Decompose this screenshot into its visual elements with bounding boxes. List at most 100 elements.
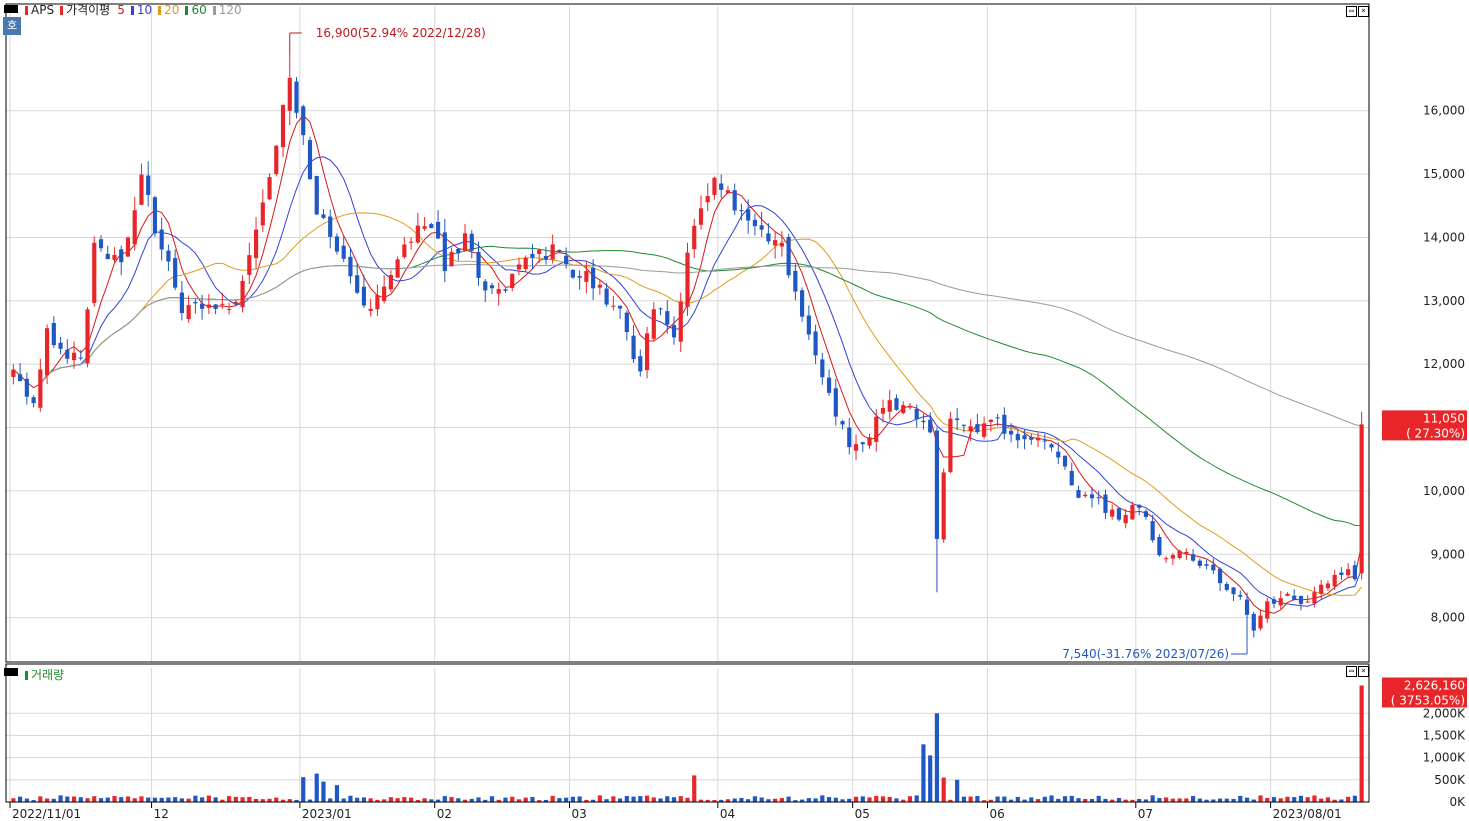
candle-body <box>287 77 292 111</box>
candle-body <box>402 244 407 257</box>
candle-body <box>577 276 582 278</box>
volume-bar <box>907 796 913 802</box>
candle-body <box>955 418 960 421</box>
candle-body <box>516 264 522 270</box>
volume-bar <box>1191 796 1196 802</box>
volume-bar <box>159 797 164 802</box>
ma10-swatch <box>130 5 134 15</box>
candle-body <box>928 419 933 433</box>
volume-bar <box>874 795 879 802</box>
ma-label: 가격이평 <box>66 3 111 17</box>
candle-body <box>38 369 43 408</box>
candle-body <box>941 472 946 540</box>
candle-body <box>564 255 569 265</box>
price-tick-label: 12,000 <box>1423 357 1465 371</box>
volume-bar <box>665 796 670 802</box>
candle-body <box>483 281 488 291</box>
candle-body <box>901 405 906 414</box>
volume-swatch <box>25 670 28 680</box>
candle-body <box>948 418 953 473</box>
volume-bar <box>105 797 110 802</box>
price-grid <box>6 6 1369 662</box>
candle-body <box>341 245 346 259</box>
volume-bar <box>213 797 218 802</box>
price-panel-close-icon[interactable]: × <box>1358 6 1369 17</box>
candle-body <box>1170 555 1175 559</box>
volume-bar <box>928 755 933 802</box>
volume-bar <box>274 797 279 802</box>
candle-body <box>1069 470 1074 486</box>
volume-bar <box>402 797 407 802</box>
candle-body <box>874 416 879 442</box>
volume-tick-label: 500K <box>1434 773 1466 787</box>
candle-body <box>1110 509 1115 517</box>
x-tick-label: 05 <box>855 807 870 821</box>
candle-body <box>1164 558 1169 560</box>
volume-bar <box>739 797 744 802</box>
candle-body <box>1083 494 1088 497</box>
ma10-label: 10 <box>136 3 153 17</box>
volume-bar <box>1244 797 1250 802</box>
volume-bar <box>995 796 1000 802</box>
volume-bar <box>1076 798 1081 802</box>
volume-bar <box>658 798 663 802</box>
volume-tick-label: 0K <box>1449 795 1466 809</box>
candle-body <box>766 233 771 242</box>
ticker-swatch <box>25 5 28 15</box>
volume-bar <box>813 798 818 802</box>
volume-bar <box>1015 796 1020 802</box>
candle-body <box>159 229 164 250</box>
volume-bar <box>1184 798 1189 802</box>
candle-body <box>328 216 333 237</box>
candle-body <box>968 426 973 432</box>
high-annotation: 16,900(52.94% 2022/12/28) <box>316 26 486 40</box>
candle-body <box>240 280 245 308</box>
candle-body <box>853 444 859 451</box>
volume-bar <box>692 775 697 802</box>
candle-body <box>651 309 656 339</box>
candle-body <box>51 322 56 346</box>
volume-bar <box>1096 795 1101 802</box>
candle-body <box>1204 564 1209 566</box>
volume-tick-label: 2,000K <box>1423 706 1466 720</box>
volume-bar <box>92 796 97 802</box>
volume-panel-minimize-icon[interactable]: ▭ <box>1346 666 1357 677</box>
candle-body <box>442 232 447 271</box>
volume-bar <box>1116 798 1122 802</box>
x-tick-label: 2022/11/01 <box>12 807 81 821</box>
volume-panel-menu-icon[interactable] <box>4 668 18 676</box>
x-tick-label: 06 <box>989 807 1004 821</box>
volume-bar <box>125 796 131 802</box>
volume-bar <box>631 796 636 802</box>
candle-body <box>665 311 670 325</box>
volume-bar <box>510 796 515 802</box>
candle-body <box>334 236 340 252</box>
candle-body <box>1285 593 1290 596</box>
volume-bar <box>1258 795 1263 802</box>
candle-body <box>759 225 764 230</box>
volume-bar <box>853 796 859 802</box>
candle-body <box>1035 437 1041 441</box>
candle-body <box>746 209 751 221</box>
candle-body <box>982 423 987 437</box>
candle-body <box>388 275 393 290</box>
volume-bar <box>1265 797 1270 802</box>
candle-body <box>280 105 286 148</box>
volume-bar <box>1217 798 1223 802</box>
volume-bar <box>1292 797 1297 802</box>
volume-panel-close-icon[interactable]: × <box>1358 666 1369 677</box>
price-panel-menu-icon[interactable] <box>4 5 18 13</box>
candle-body <box>227 309 232 311</box>
candle-body <box>58 342 63 349</box>
volume-bar <box>557 798 562 802</box>
price-panel-minimize-icon[interactable]: ▭ <box>1346 6 1357 17</box>
volume-bar <box>476 797 481 802</box>
candle-body <box>1042 440 1047 442</box>
volume-bar <box>227 796 232 802</box>
candle-body <box>1312 592 1317 604</box>
candle-body <box>31 397 36 404</box>
volume-bar <box>820 795 825 802</box>
candle-body <box>260 202 265 226</box>
volume-bar <box>341 798 346 802</box>
side-tag[interactable]: 호 <box>3 17 21 35</box>
